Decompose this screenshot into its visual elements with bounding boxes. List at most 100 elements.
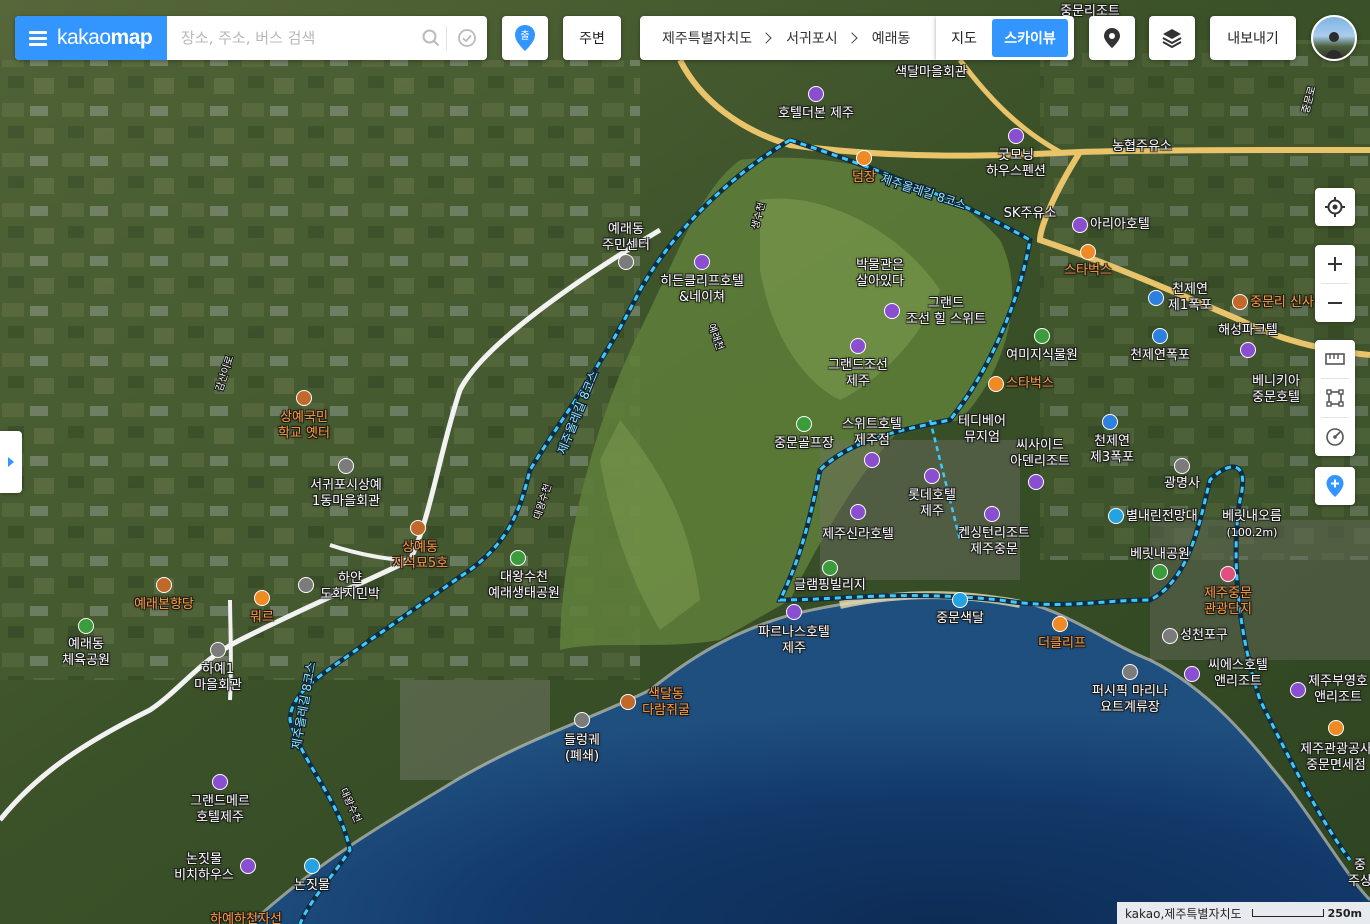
town-hall-pin[interactable] bbox=[338, 458, 354, 474]
map-label[interactable]: 제주중문 관광단지 bbox=[1204, 586, 1252, 618]
marina-pin[interactable] bbox=[1122, 664, 1138, 680]
breadcrumb-district[interactable]: 예래동 bbox=[872, 28, 911, 48]
current-location-button[interactable] bbox=[1315, 188, 1355, 226]
map-label[interactable]: 천제연 제1폭포 bbox=[1168, 282, 1212, 314]
beach-pin[interactable] bbox=[952, 592, 968, 608]
shopping-pin[interactable] bbox=[1328, 720, 1344, 736]
tourist-complex-pin[interactable] bbox=[1220, 566, 1236, 582]
radius-measure-button[interactable] bbox=[1315, 418, 1355, 456]
waterfall-pin[interactable] bbox=[1148, 290, 1164, 306]
hotel-pin[interactable] bbox=[1072, 217, 1088, 233]
map-label[interactable]: 히든클리프호텔 &네이쳐 bbox=[660, 274, 744, 306]
map-label[interactable]: 들렁궤 (폐쇄) bbox=[564, 733, 600, 765]
map-label[interactable]: 스타벅스 bbox=[1006, 376, 1054, 392]
layers-button[interactable] bbox=[1149, 16, 1195, 60]
map-label[interactable]: 하예1 마을회관 bbox=[194, 662, 242, 694]
hotel-pin[interactable] bbox=[924, 468, 940, 484]
map-type-skyview-button[interactable]: 스카이뷰 bbox=[992, 19, 1068, 57]
map-label[interactable]: 성천포구 bbox=[1180, 628, 1228, 644]
directions-start-button[interactable]: 출 bbox=[502, 16, 548, 60]
hotel-pin[interactable] bbox=[240, 858, 256, 874]
golf-pin[interactable] bbox=[796, 416, 812, 432]
map-label[interactable]: 퍼시픽 마리나 요트계류장 bbox=[1092, 684, 1168, 716]
search-icon[interactable] bbox=[416, 16, 446, 60]
map-label[interactable]: 색달마을회관 bbox=[895, 65, 967, 81]
area-measure-button[interactable] bbox=[1315, 379, 1355, 417]
zoom-in-button[interactable] bbox=[1315, 245, 1355, 283]
map-label[interactable]: 서귀포시상예 1동마을회관 bbox=[310, 478, 382, 510]
map-label[interactable]: 켄싱턴리조트 제주중문 bbox=[958, 526, 1030, 558]
hotel-pin[interactable] bbox=[850, 338, 866, 354]
map-label[interactable]: 제주관광공사 중문면세점 bbox=[1300, 742, 1370, 774]
hotel-pin[interactable] bbox=[694, 254, 710, 270]
cave-pin[interactable] bbox=[574, 712, 590, 728]
hotel-pin[interactable] bbox=[1184, 666, 1200, 682]
hotel-pin[interactable] bbox=[850, 504, 866, 520]
school-site-pin[interactable] bbox=[296, 390, 312, 406]
map-label[interactable]: 호텔더본 제주 bbox=[778, 106, 854, 122]
park-pin[interactable] bbox=[1152, 564, 1168, 580]
map-label[interactable]: 상예국민 학교 옛터 bbox=[278, 410, 330, 442]
map-label[interactable]: 스타벅스 bbox=[1064, 263, 1112, 279]
park-pin[interactable] bbox=[78, 618, 94, 634]
map-label[interactable]: SK주유소 bbox=[1004, 206, 1057, 222]
restaurant-pin[interactable] bbox=[254, 590, 270, 606]
hotel-pin[interactable] bbox=[212, 774, 228, 790]
observatory-pin[interactable] bbox=[1108, 508, 1124, 524]
map-label[interactable]: 논짓물 비치하우스 bbox=[174, 852, 234, 884]
shrine-pin[interactable] bbox=[1232, 294, 1248, 310]
menu-icon[interactable] bbox=[29, 31, 47, 46]
user-avatar[interactable] bbox=[1311, 15, 1357, 61]
map-label[interactable]: 색달동 다람쥐굴 bbox=[642, 687, 690, 719]
map-label[interactable]: 제주부영호 앤리조트 bbox=[1308, 674, 1368, 706]
map-label[interactable]: 테디베어 뮤지엄 bbox=[958, 414, 1006, 446]
map-label[interactable]: 광명사 bbox=[1164, 476, 1200, 492]
dolmen-pin[interactable] bbox=[410, 520, 426, 536]
map-label[interactable]: 베니키아 중문호텔 bbox=[1252, 374, 1300, 406]
map-label[interactable]: 해성파크텔 bbox=[1218, 323, 1278, 339]
map-label[interactable]: 별내린전망대 bbox=[1126, 509, 1198, 525]
add-place-button[interactable] bbox=[1315, 467, 1355, 505]
hotel-pin[interactable] bbox=[1008, 128, 1024, 144]
map-label[interactable]: 논짓물 bbox=[294, 878, 330, 894]
map-label[interactable]: 박물관은 살아있다 bbox=[856, 258, 904, 290]
community-center-pin[interactable] bbox=[618, 254, 634, 270]
map-label[interactable]: 덤장 bbox=[852, 170, 876, 186]
map-label[interactable]: 천제연 제3폭포 bbox=[1090, 434, 1134, 466]
map-label[interactable]: 굿모닝 하우스펜션 bbox=[986, 148, 1046, 180]
guesthouse-pin[interactable] bbox=[298, 577, 314, 593]
restaurant-pin[interactable] bbox=[856, 150, 872, 166]
map-label[interactable]: 중문리 신사 bbox=[1250, 295, 1314, 311]
export-button[interactable]: 내보내기 bbox=[1210, 16, 1296, 60]
roadview-button[interactable] bbox=[1089, 16, 1135, 60]
hotel-pin[interactable] bbox=[1290, 682, 1306, 698]
camping-pin[interactable] bbox=[822, 560, 838, 576]
map-label[interactable]: 파르나스호텔 제주 bbox=[758, 625, 830, 657]
map-label[interactable]: 베릿내오름 bbox=[1222, 509, 1282, 525]
waterfall-pin[interactable] bbox=[1152, 328, 1168, 344]
breadcrumb-province[interactable]: 제주특별자치도 bbox=[662, 28, 752, 48]
map-label[interactable]: 아리아호텔 bbox=[1090, 217, 1150, 233]
map-label[interactable]: 스위트호텔 제주점 bbox=[842, 417, 902, 449]
map-label[interactable]: 예래동 체육공원 bbox=[62, 637, 110, 669]
shrine-pin[interactable] bbox=[156, 577, 172, 593]
hotel-pin[interactable] bbox=[884, 303, 900, 319]
distance-measure-button[interactable] bbox=[1315, 340, 1355, 378]
map-label[interactable]: 제주신라호텔 bbox=[822, 527, 894, 543]
cave-pin[interactable] bbox=[620, 694, 636, 710]
zoom-out-button[interactable] bbox=[1315, 284, 1355, 322]
map-label[interactable]: 하예하천자선 bbox=[210, 912, 282, 924]
map-label[interactable]: 예래본향당 bbox=[134, 597, 194, 613]
map-label[interactable]: 상예동 지석묘5호 bbox=[392, 540, 448, 572]
hotel-pin[interactable] bbox=[786, 604, 802, 620]
nearby-button[interactable]: 주변 bbox=[563, 16, 621, 60]
village-hall-pin[interactable] bbox=[210, 642, 226, 658]
kakaomap-brand[interactable]: kakaomap bbox=[15, 16, 167, 60]
check-circle-icon[interactable] bbox=[447, 16, 487, 60]
cafe-pin[interactable] bbox=[1080, 244, 1096, 260]
map-label[interactable]: 그랜드조선 제주 bbox=[828, 358, 888, 390]
map-type-map-button[interactable]: 지도 bbox=[936, 28, 992, 48]
map-label[interactable]: 글램핑빌리지 bbox=[794, 578, 866, 594]
map-label[interactable]: 천제연폭포 bbox=[1130, 348, 1190, 364]
map-label[interactable]: 더클리프 bbox=[1038, 636, 1086, 652]
